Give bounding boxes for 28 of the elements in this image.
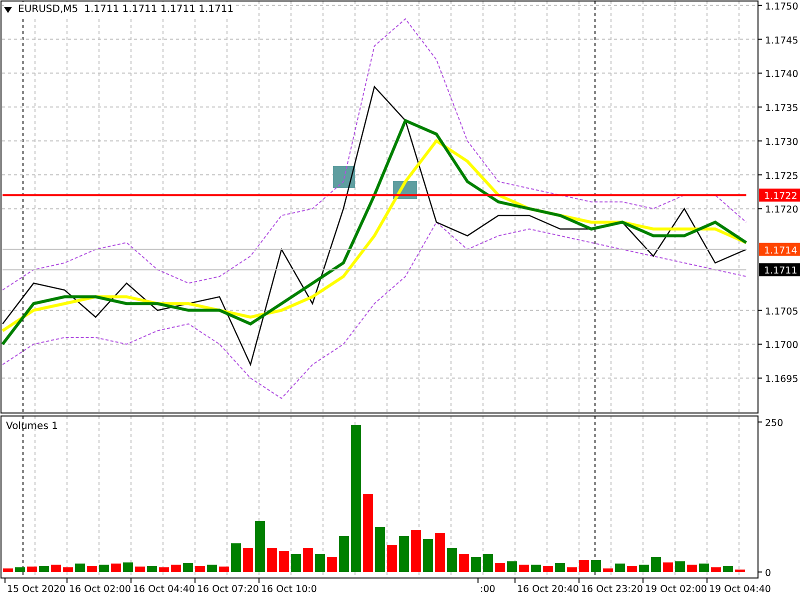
symbol-label: EURUSD,M5 (18, 3, 78, 17)
price-badge: 1.1722 (759, 188, 800, 202)
volume-label: 0 (765, 568, 772, 579)
time-label: 16 Oct 04:40 (133, 584, 195, 595)
time-label: 16 Oct 23:20 (581, 584, 643, 595)
price-label: 1.1735 (765, 103, 798, 114)
price-label: 1.1730 (765, 136, 798, 148)
price-label: 1.1745 (765, 35, 798, 46)
price-badge: 1.1711 (759, 263, 800, 277)
price-label: 1.1705 (765, 306, 798, 318)
quote-text: 1.1711 1.1711 1.1711 1.1711 (84, 3, 234, 17)
indicator-title: Volumes 1 (6, 420, 58, 434)
time-label: 15 Oct 2020 (7, 584, 66, 595)
price-badge: 1.1714 (759, 242, 800, 256)
time-label: 16 Oct 07:20 (197, 584, 259, 595)
time-label: 19 Oct 04:40 (709, 584, 771, 595)
price-label: 1.1700 (765, 340, 798, 352)
time-label: 19 Oct 02:00 (645, 584, 707, 595)
time-label: 16 Oct 02:00 (69, 584, 131, 595)
price-label: 1.1720 (765, 204, 798, 216)
price-label: 1.1725 (765, 170, 798, 182)
price-label: 1.1750 (765, 1, 798, 12)
time-label: 16 Oct 10:0 (261, 584, 317, 595)
volume-label: 250 (765, 418, 784, 429)
time-label: :00 (480, 584, 496, 595)
price-label: 1.1695 (765, 374, 798, 386)
time-label: 16 Oct 20:40 (517, 584, 579, 595)
price-label: 1.1740 (765, 69, 798, 80)
